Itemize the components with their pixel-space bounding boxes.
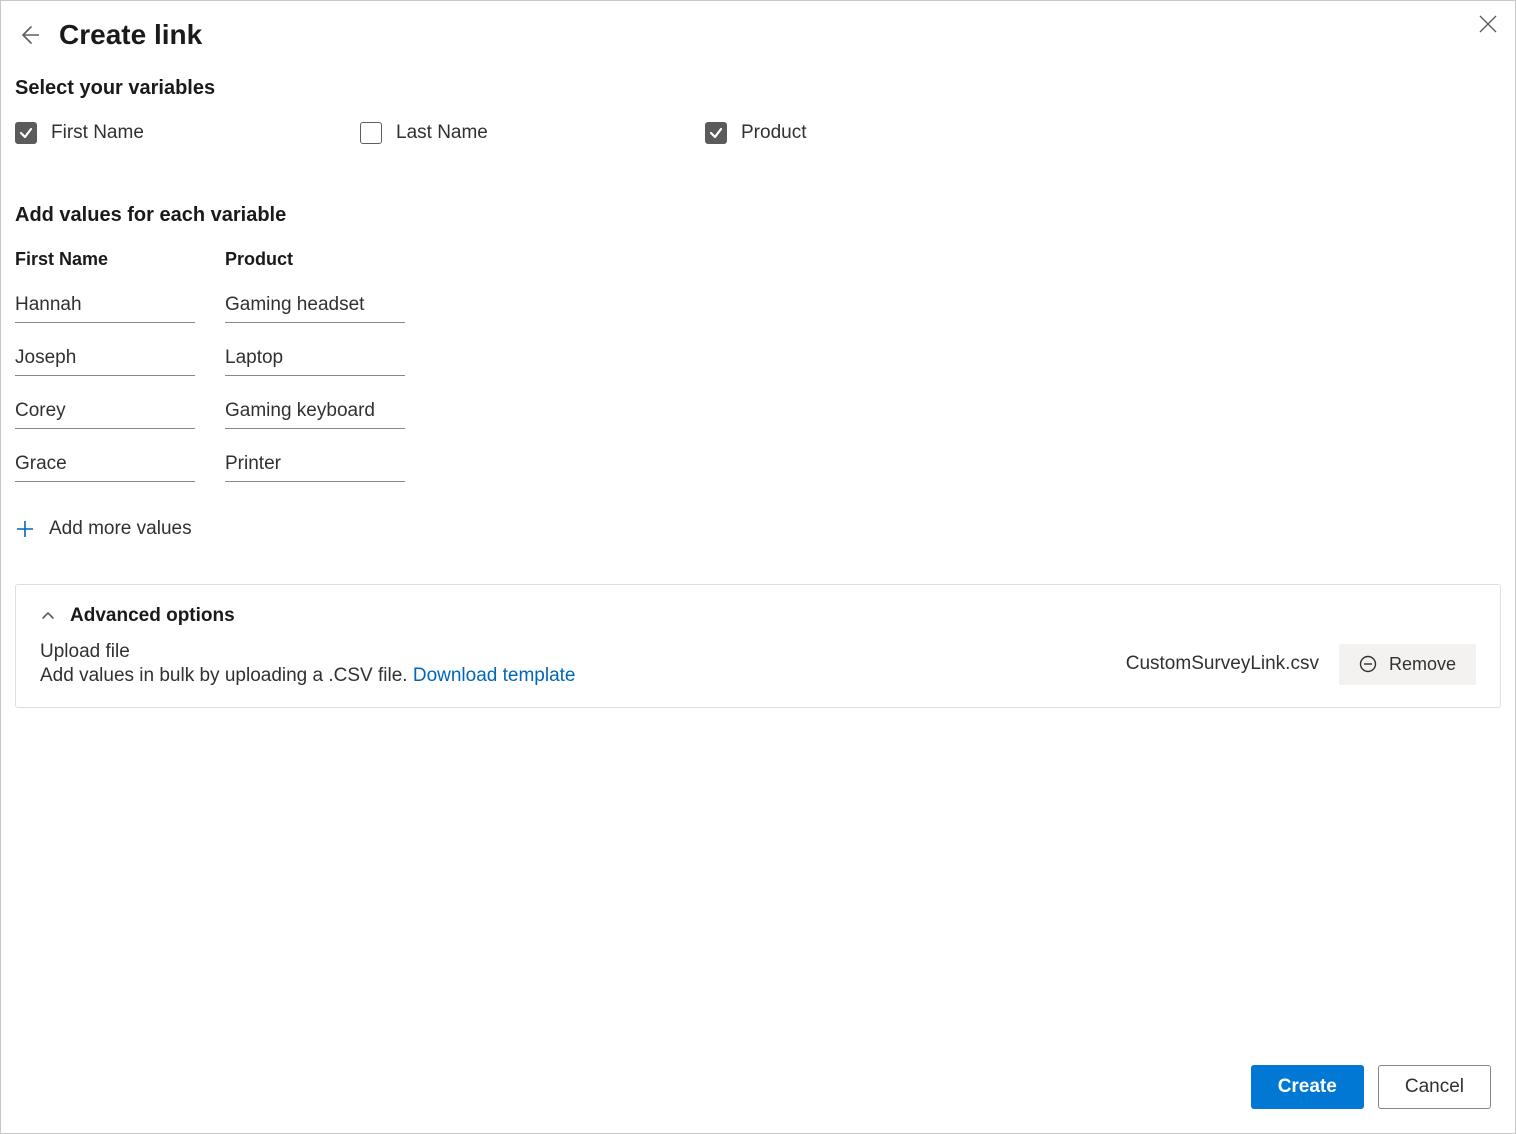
panel-header: Create link [1, 1, 1515, 59]
back-arrow-icon[interactable] [15, 22, 41, 48]
values-table: First Name Product [15, 249, 1501, 482]
remove-circle-icon [1359, 655, 1377, 673]
variable-label: Product [741, 122, 806, 144]
add-values-heading: Add values for each variable [15, 204, 1501, 227]
values-section: Add values for each variable First Name … [15, 204, 1501, 544]
variable-last-name: Last Name [360, 122, 705, 144]
first-name-field[interactable] [15, 341, 195, 376]
product-field[interactable] [225, 447, 405, 482]
select-variables-heading: Select your variables [15, 77, 1501, 100]
close-icon[interactable] [1475, 11, 1501, 37]
first-name-field[interactable] [15, 447, 195, 482]
column-header-first-name: First Name [15, 249, 195, 270]
plus-icon [15, 519, 35, 539]
checkbox-last-name[interactable] [360, 122, 382, 144]
column-header-product: Product [225, 249, 405, 270]
checkbox-product[interactable] [705, 122, 727, 144]
variable-label: Last Name [396, 122, 488, 144]
upload-desc-text: Add values in bulk by uploading a .CSV f… [40, 665, 413, 686]
advanced-options-title: Advanced options [70, 605, 235, 627]
advanced-options-card: Advanced options Upload file Add values … [15, 584, 1501, 708]
advanced-options-toggle[interactable]: Advanced options [40, 605, 1476, 627]
create-button[interactable]: Create [1251, 1065, 1364, 1109]
first-name-field[interactable] [15, 394, 195, 429]
remove-file-button[interactable]: Remove [1339, 644, 1476, 685]
upload-file-title: Upload file [40, 641, 576, 663]
create-link-panel: Create link Select your variables First … [0, 0, 1516, 1134]
upload-description: Upload file Add values in bulk by upload… [40, 641, 576, 687]
table-row [15, 394, 1501, 429]
product-field[interactable] [225, 288, 405, 323]
variables-row: First Name Last Name Product [15, 122, 1501, 144]
uploaded-file-row: CustomSurveyLink.csv Remove [1126, 644, 1476, 685]
values-header-row: First Name Product [15, 249, 1501, 270]
download-template-link[interactable]: Download template [413, 665, 576, 686]
add-more-values-button[interactable]: Add more values [15, 518, 192, 540]
variable-first-name: First Name [15, 122, 360, 144]
remove-label: Remove [1389, 654, 1456, 675]
advanced-options-body: Upload file Add values in bulk by upload… [40, 641, 1476, 687]
variable-label: First Name [51, 122, 144, 144]
add-more-label: Add more values [49, 518, 192, 540]
table-row [15, 341, 1501, 376]
first-name-field[interactable] [15, 288, 195, 323]
product-field[interactable] [225, 341, 405, 376]
checkbox-first-name[interactable] [15, 122, 37, 144]
product-field[interactable] [225, 394, 405, 429]
page-title: Create link [59, 19, 202, 51]
upload-file-desc: Add values in bulk by uploading a .CSV f… [40, 665, 576, 687]
table-row [15, 288, 1501, 323]
cancel-button[interactable]: Cancel [1378, 1065, 1491, 1109]
panel-content: Select your variables First Name Last Na… [1, 59, 1515, 1065]
uploaded-filename: CustomSurveyLink.csv [1126, 653, 1319, 675]
table-row [15, 447, 1501, 482]
variable-product: Product [705, 122, 1050, 144]
chevron-up-icon [40, 608, 56, 624]
panel-footer: Create Cancel [1, 1065, 1515, 1133]
